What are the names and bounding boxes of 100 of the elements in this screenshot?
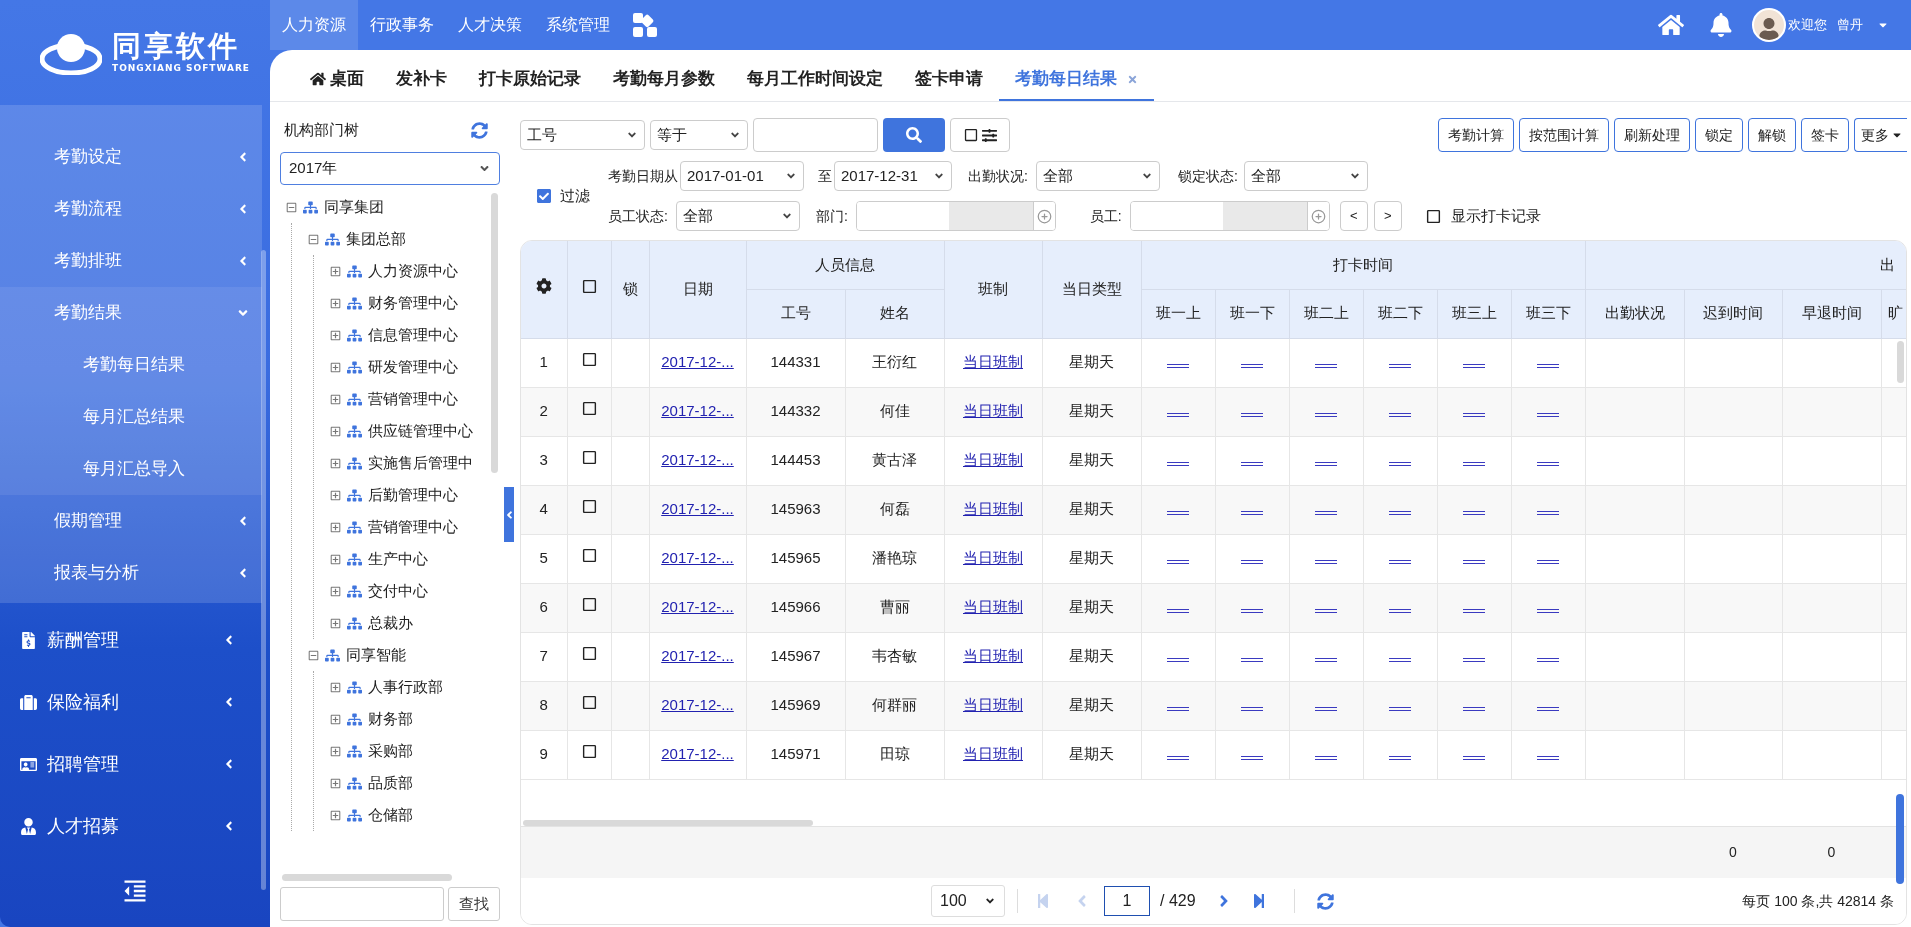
advanced-filter-button[interactable] [950,118,1010,152]
collapse-icon[interactable] [286,201,297,213]
menu-item[interactable]: 考勤流程 [0,183,262,235]
empty-time-link[interactable] [1167,756,1189,761]
tree-node[interactable]: 人力资源中心 [368,259,458,283]
notification-icon[interactable] [1710,13,1732,37]
empty-time-link[interactable] [1389,707,1411,712]
status-select[interactable]: 全部 [675,201,800,231]
empty-time-link[interactable] [1241,364,1263,369]
refresh-icon[interactable] [471,121,488,139]
tree-node[interactable]: 生产中心 [368,547,428,571]
empty-time-link[interactable] [1241,609,1263,614]
home-icon[interactable] [1658,12,1684,38]
top-nav-item[interactable]: 人才决策 [446,0,534,50]
tree-node[interactable]: 同享集团 [324,195,384,219]
employee-field[interactable] [1129,201,1330,231]
tab[interactable]: 发补卡 [380,59,463,101]
row-checkbox[interactable] [581,646,597,662]
collapse-handle[interactable] [504,487,514,542]
tab[interactable]: 每月工作时间设定 [731,59,899,101]
field-select[interactable]: 工号 [520,120,645,150]
more-button[interactable]: 更多 [1854,118,1907,152]
scrollbar[interactable] [1896,794,1904,884]
empty-time-link[interactable] [1463,462,1485,467]
tree-node[interactable]: 集团总部 [346,227,406,251]
row-checkbox[interactable] [581,401,597,417]
empty-time-link[interactable] [1167,707,1189,712]
empty-time-link[interactable] [1315,364,1337,369]
avatar[interactable] [1752,8,1786,42]
empty-time-link[interactable] [1537,609,1560,614]
row-checkbox[interactable] [581,744,597,760]
empty-time-link[interactable] [1241,707,1263,712]
tree-node[interactable]: 后勤管理中心 [368,483,458,507]
submenu-item[interactable]: 每月汇总导入 [0,443,262,495]
shift-link[interactable]: 当日班制 [963,647,1023,665]
date-link[interactable]: 2017-12-... [661,647,734,665]
tree-node[interactable]: 实施售后管理中 [368,451,473,475]
action-button[interactable]: 解锁 [1748,118,1796,152]
empty-time-link[interactable] [1315,707,1337,712]
empty-time-link[interactable] [1537,756,1560,761]
empty-time-link[interactable] [1241,462,1263,467]
expand-icon[interactable] [330,617,341,629]
lock-select[interactable]: 全部 [1243,161,1368,191]
tree-node[interactable]: 营销管理中心 [368,387,458,411]
empty-time-link[interactable] [1241,658,1263,663]
expand-icon[interactable] [330,777,341,789]
scrollbar[interactable] [1897,341,1904,383]
date-link[interactable]: 2017-12-... [661,353,734,371]
expand-icon[interactable] [330,361,341,373]
expand-icon[interactable] [330,297,341,309]
shift-link[interactable]: 当日班制 [963,598,1023,616]
menu-item[interactable]: 薪酬管理 [0,609,262,671]
shift-link[interactable]: 当日班制 [963,549,1023,567]
tree-node[interactable]: 同享智能 [346,643,406,667]
tab[interactable]: 打卡原始记录 [463,59,597,101]
empty-time-link[interactable] [1167,413,1189,418]
shift-link[interactable]: 当日班制 [963,696,1023,714]
empty-time-link[interactable] [1537,658,1560,663]
shift-link[interactable]: 当日班制 [963,353,1023,371]
action-button[interactable]: 签卡 [1801,118,1849,152]
empty-time-link[interactable] [1389,658,1411,663]
row-checkbox[interactable] [581,695,597,711]
menu-item[interactable]: 假期管理 [0,495,262,547]
search-field[interactable] [280,887,444,921]
tree-node[interactable]: 品质部 [368,771,413,795]
year-select[interactable]: 2017年 [280,152,500,185]
search-field[interactable] [753,118,878,152]
expand-icon[interactable] [330,681,341,693]
empty-time-link[interactable] [1315,413,1337,418]
empty-time-link[interactable] [1463,756,1485,761]
expand-icon[interactable] [330,809,341,821]
expand-icon[interactable] [330,745,341,757]
empty-time-link[interactable] [1167,658,1189,663]
empty-time-link[interactable] [1537,462,1560,467]
empty-time-link[interactable] [1463,609,1485,614]
date-link[interactable]: 2017-12-... [661,451,734,469]
user-name[interactable]: 曾丹 [1837,15,1863,35]
apps-icon[interactable] [632,12,658,38]
row-checkbox[interactable] [581,450,597,466]
expand-icon[interactable] [330,521,341,533]
checkbox[interactable] [581,279,597,294]
tab[interactable]: 桌面 [294,59,380,101]
menu-item[interactable]: 人才招募 [0,795,262,857]
next-button[interactable]: > [1373,201,1402,231]
row-checkbox[interactable] [581,548,597,564]
empty-time-link[interactable] [1389,364,1411,369]
empty-time-link[interactable] [1167,364,1189,369]
empty-time-link[interactable] [1167,462,1189,467]
row-checkbox[interactable] [581,597,597,613]
date-link[interactable]: 2017-12-... [661,696,734,714]
operator-select[interactable]: 等于 [650,120,748,150]
tree-node[interactable]: 采购部 [368,739,413,763]
empty-time-link[interactable] [1463,413,1485,418]
top-nav-item[interactable]: 系统管理 [534,0,622,50]
tab[interactable]: 签卡申请 [899,59,999,101]
tree-node[interactable]: 财务管理中心 [368,291,458,315]
date-select[interactable]: 2017-12-31 [834,161,952,191]
menu-item[interactable]: 保险福利 [0,671,262,733]
shift-link[interactable]: 当日班制 [963,745,1023,763]
date-select[interactable]: 2017-01-01 [680,161,804,191]
